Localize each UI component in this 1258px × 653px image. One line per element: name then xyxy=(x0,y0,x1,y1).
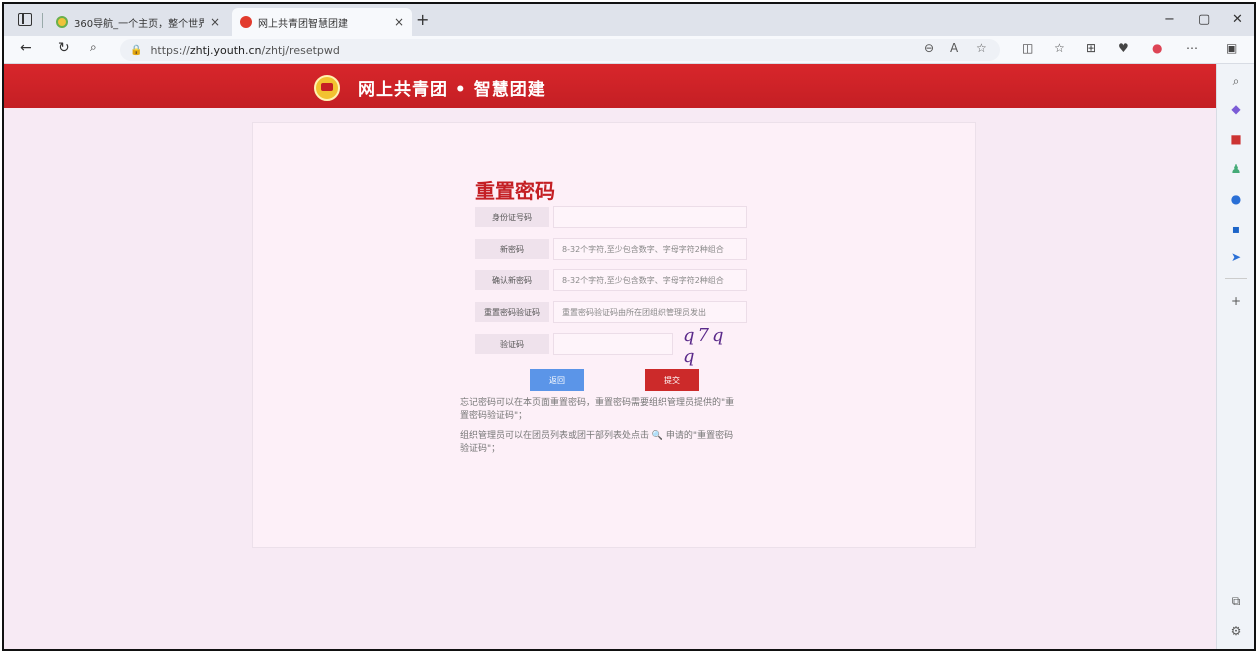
more-menu-icon[interactable]: ⋯ xyxy=(1186,41,1198,55)
split-screen-icon[interactable]: ◫ xyxy=(1022,41,1033,55)
outlook-icon[interactable]: ▪ xyxy=(1229,222,1243,236)
help-note-1: 忘记密码可以在本页面重置密码，重置密码需要组织管理员提供的"重置密码验证码"； xyxy=(460,398,735,421)
captcha-image[interactable]: q7q q xyxy=(683,325,749,367)
tab-actions-icon[interactable] xyxy=(18,13,32,26)
captcha-label: 验证码 xyxy=(475,334,549,354)
id-number-input[interactable] xyxy=(553,206,747,228)
reset-code-label: 重置密码验证码 xyxy=(475,302,549,322)
reset-code-input[interactable]: 重置密码验证码由所在团组织管理员发出 xyxy=(553,301,747,323)
edge-sidebar: ⌕ ◆ ■ ♟ ● ▪ ➤ + ⧉ ⚙ xyxy=(1216,64,1254,649)
confirm-password-input[interactable]: 8-32个字符,至少包含数字、字母字符2种组合 xyxy=(553,269,747,291)
address-bar[interactable]: 🔒 https://zhtj.youth.cn/zhtj/resetpwd xyxy=(120,39,1000,61)
close-window-button[interactable]: ✕ xyxy=(1232,12,1243,27)
search-icon[interactable]: ⌕ xyxy=(90,40,97,55)
lock-icon: 🔒 xyxy=(130,44,143,56)
add-button[interactable]: + xyxy=(1229,294,1243,308)
tag-icon[interactable]: ◆ xyxy=(1229,102,1243,116)
site-title: 网上共青团 • 智慧团建 xyxy=(358,80,546,100)
navigation-bar: ← ↻ ⌕ 🔒 https://zhtj.youth.cn/zhtj/reset… xyxy=(4,36,1254,64)
restore-button[interactable]: ▢ xyxy=(1198,12,1210,27)
screenshot-icon[interactable]: ⧉ xyxy=(1229,594,1243,608)
submit-button[interactable]: 提交 xyxy=(645,369,699,391)
collections-icon[interactable]: ⊞ xyxy=(1086,41,1096,55)
360-favicon-icon xyxy=(56,16,68,28)
captcha-input[interactable] xyxy=(553,333,673,355)
id-number-label: 身份证号码 xyxy=(475,207,549,227)
new-password-input[interactable]: 8-32个字符,至少包含数字、字母字符2种组合 xyxy=(553,238,747,260)
help-note-2: 组织管理员可以在团员列表或团干部列表处点击 🔍 申请的"重置密码验证码"； xyxy=(460,431,734,454)
tab-title: 360导航_一个主页，整个世界 xyxy=(74,18,204,30)
back-button[interactable]: 返回 xyxy=(530,369,584,391)
settings-gear-icon[interactable]: ⚙ xyxy=(1229,624,1243,638)
read-aloud-icon[interactable]: A xyxy=(950,41,958,55)
tab-360-nav[interactable]: 360导航_一个主页，整个世界 × xyxy=(48,8,228,36)
new-tab-button[interactable]: + xyxy=(416,10,429,29)
profile-avatar-icon[interactable]: ● xyxy=(1152,41,1162,55)
url-path: /zhtj/resetpwd xyxy=(261,43,340,57)
briefcase-icon[interactable]: ■ xyxy=(1229,132,1243,146)
url-host: zhtj.youth.cn xyxy=(189,43,262,57)
url-prefix: https:// xyxy=(150,43,190,57)
back-arrow-icon[interactable]: ← xyxy=(20,40,32,56)
search-icon[interactable]: ⌕ xyxy=(1229,74,1243,88)
tab-zhtj[interactable]: 网上共青团智慧团建 × xyxy=(232,8,412,36)
reset-password-card: 重置密码 身份证号码 新密码 8-32个字符,至少包含数字、字母字符2种组合 确… xyxy=(252,122,976,548)
form-title: 重置密码 xyxy=(475,179,555,203)
refresh-icon[interactable]: ↻ xyxy=(58,40,70,56)
minimize-button[interactable]: − xyxy=(1164,12,1175,27)
favorite-star-icon[interactable]: ☆ xyxy=(976,41,987,55)
youth-league-favicon-icon xyxy=(240,16,252,28)
divider xyxy=(42,13,43,28)
page-content: 网上共青团 • 智慧团建 重置密码 身份证号码 新密码 8-32个字符,至少包含… xyxy=(4,64,1216,649)
zoom-icon[interactable]: ⊖ xyxy=(924,41,934,55)
new-password-label: 新密码 xyxy=(475,239,549,259)
close-tab-icon[interactable]: × xyxy=(210,15,220,29)
close-tab-icon[interactable]: × xyxy=(394,15,404,29)
youth-league-logo-icon xyxy=(314,75,340,101)
confirm-password-label: 确认新密码 xyxy=(475,270,549,290)
send-icon[interactable]: ➤ xyxy=(1229,250,1243,264)
browser-window: 360导航_一个主页，整个世界 × 网上共青团智慧团建 × + − ▢ ✕ ← … xyxy=(2,2,1256,651)
site-header: 网上共青团 • 智慧团建 xyxy=(4,64,1216,108)
sidebar-toggle-icon[interactable]: ▣ xyxy=(1226,41,1237,55)
tab-title: 网上共青团智慧团建 xyxy=(258,18,348,30)
divider xyxy=(1225,278,1247,279)
tab-strip: 360导航_一个主页，整个世界 × 网上共青团智慧团建 × + − ▢ ✕ xyxy=(4,4,1254,36)
circle-icon[interactable]: ● xyxy=(1229,192,1243,206)
extensions-icon[interactable]: ♥ xyxy=(1118,41,1129,55)
favorites-icon[interactable]: ☆ xyxy=(1054,41,1065,55)
people-icon[interactable]: ♟ xyxy=(1229,162,1243,176)
